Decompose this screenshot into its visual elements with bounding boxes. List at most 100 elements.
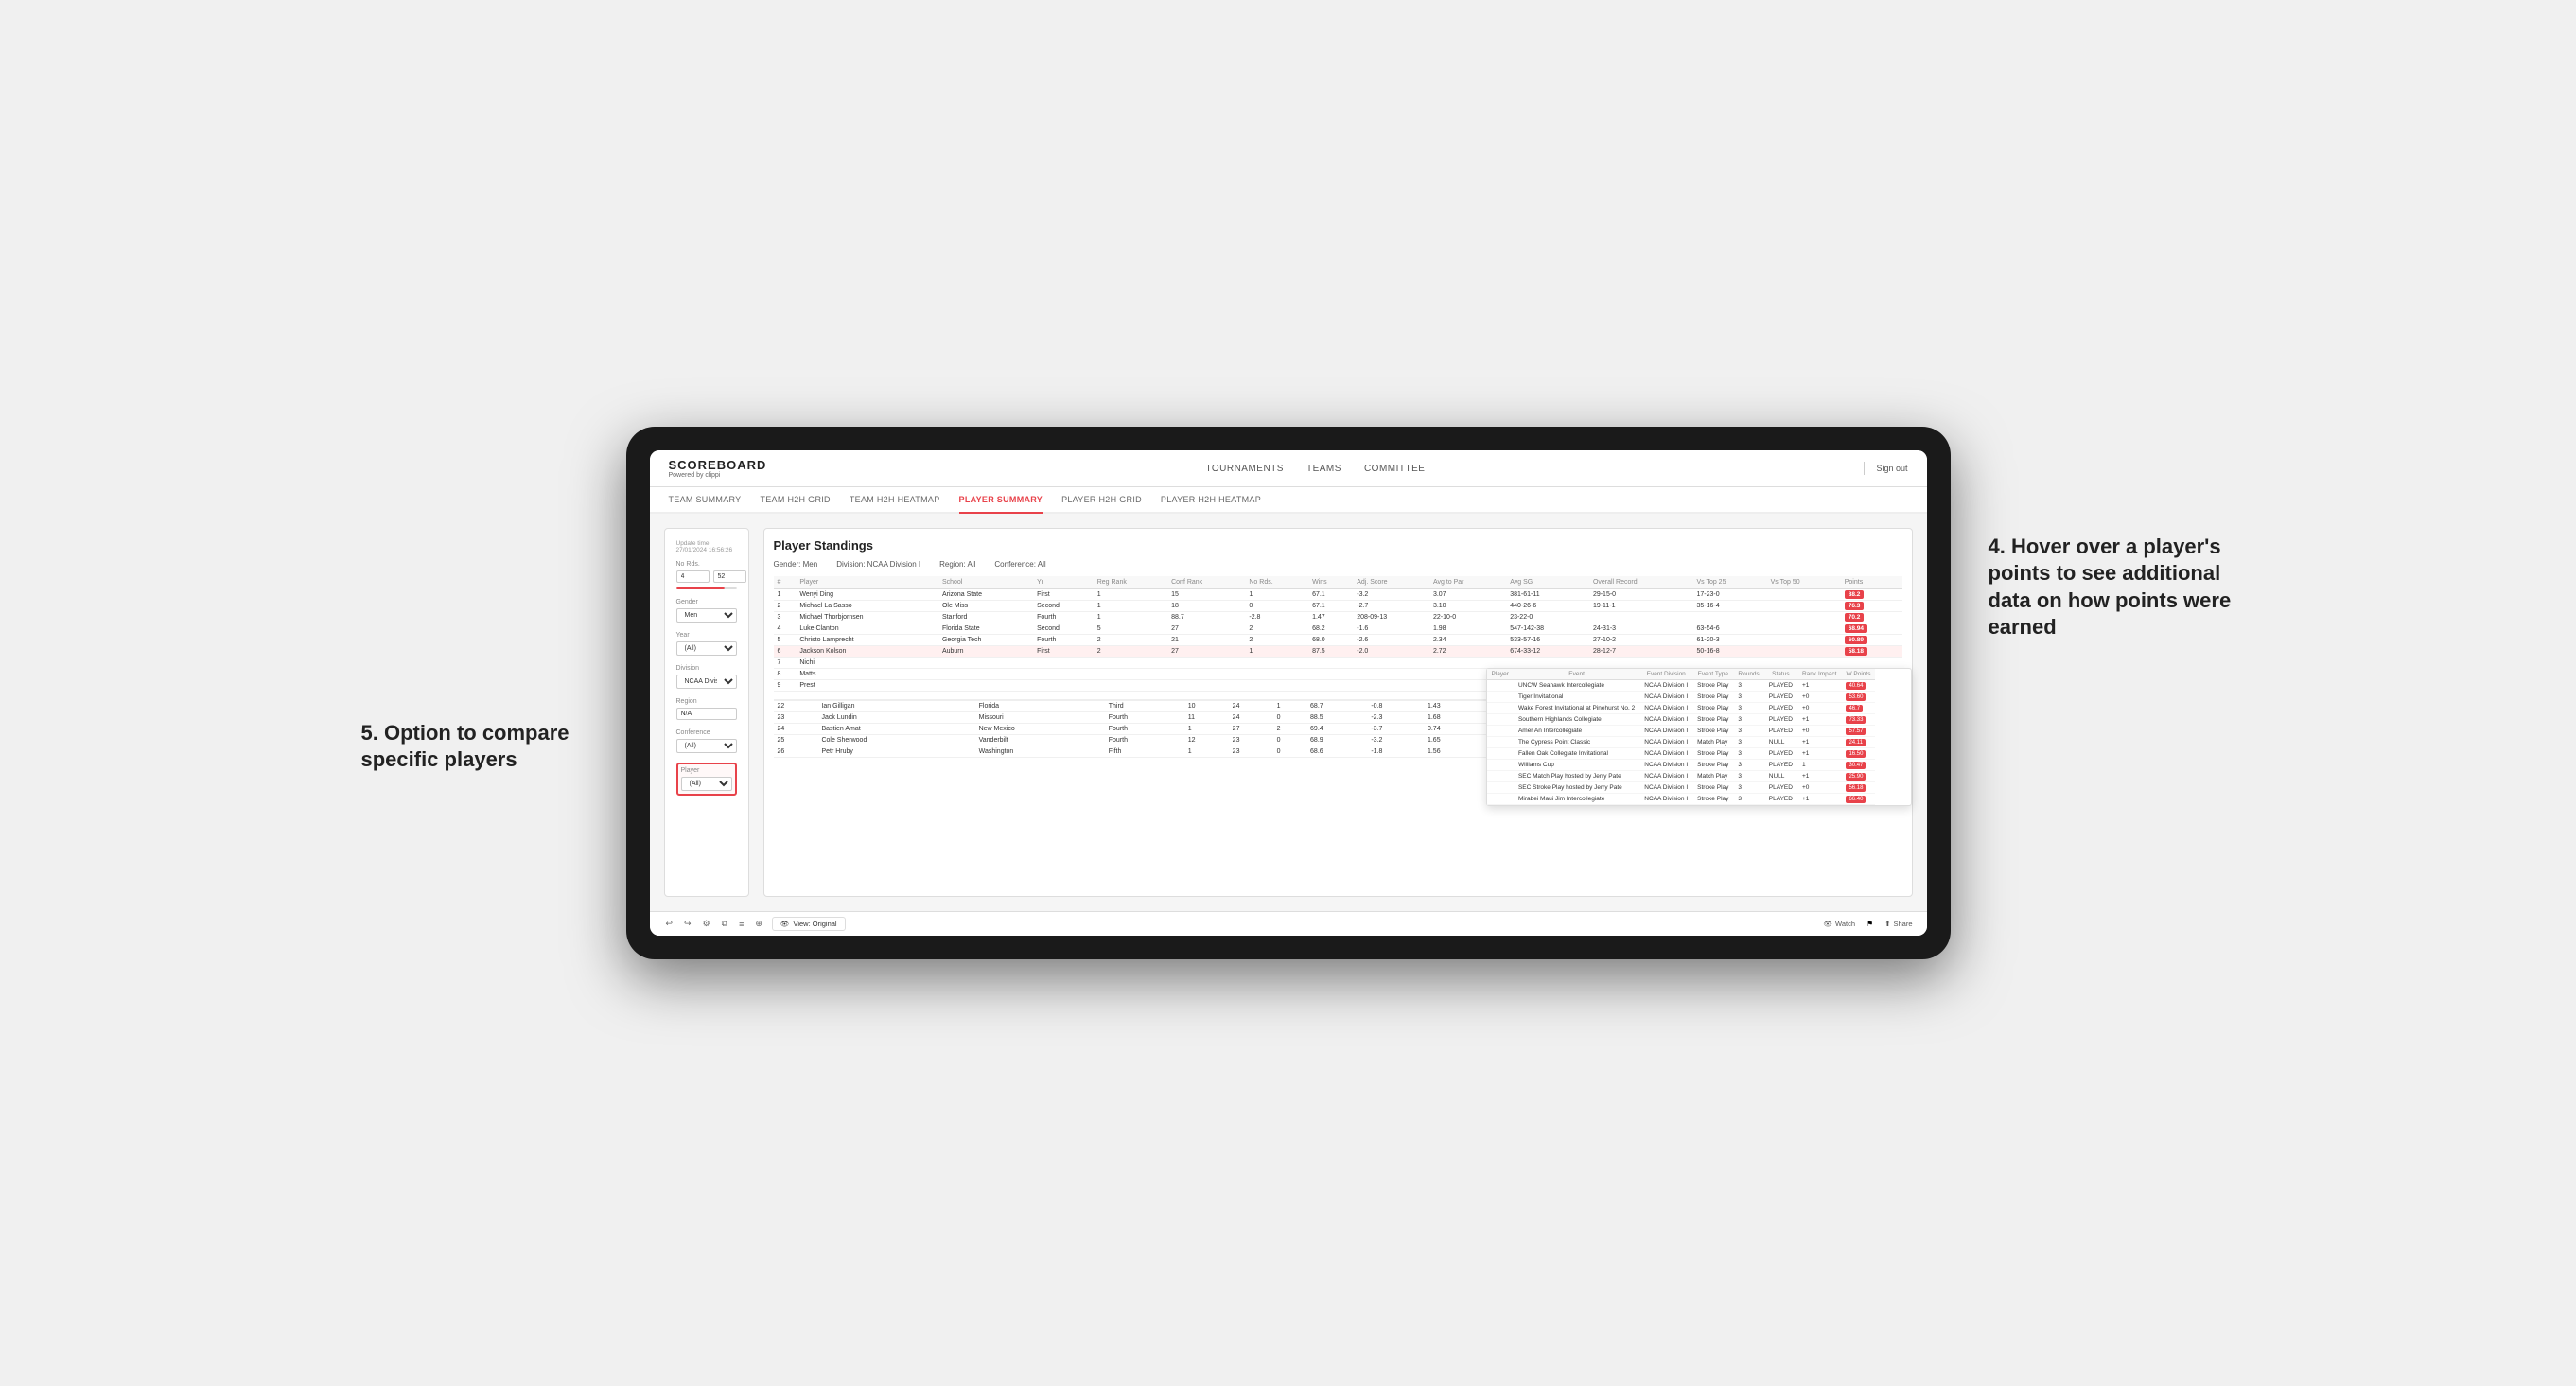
tab-team-summary[interactable]: TEAM SUMMARY <box>669 487 742 514</box>
popup-cell: Stroke Play <box>1692 794 1733 805</box>
annotation-left: 5. Option to compare specific players <box>361 720 588 774</box>
table-cell: 69.4 <box>1306 724 1367 735</box>
popup-points-cell: 40.64 <box>1841 680 1875 692</box>
points-badge[interactable]: 58.18 <box>1845 647 1867 656</box>
points-badge[interactable]: 88.2 <box>1845 590 1865 599</box>
popup-cell <box>1487 703 1514 714</box>
redo-button[interactable]: ↪ <box>682 917 693 931</box>
table-cell: 2 <box>1245 623 1308 635</box>
table-cell: 15 <box>1167 589 1245 601</box>
toolbar-icon-1[interactable]: ⚙ <box>701 917 712 931</box>
toolbar-flag-icon[interactable]: ⚑ <box>1866 920 1873 928</box>
table-cell: 3.07 <box>1429 589 1506 601</box>
share-button[interactable]: ⬆ Share <box>1884 920 1912 928</box>
points-cell[interactable]: 60.89 <box>1841 635 1902 646</box>
points-cell[interactable]: 68.94 <box>1841 623 1902 635</box>
popup-cell: PLAYED <box>1764 794 1797 805</box>
rds-slider[interactable] <box>676 587 737 589</box>
watch-button[interactable]: 👁 Watch <box>1824 920 1856 928</box>
popup-cell: Williams Cup <box>1514 760 1639 771</box>
points-badge[interactable]: 60.89 <box>1845 636 1867 644</box>
table-cell: 440-26-6 <box>1506 601 1589 612</box>
points-cell[interactable]: 58.18 <box>1841 646 1902 658</box>
col-adj-score: Adj. Score <box>1353 576 1429 589</box>
table-cell: Stanford <box>938 612 1033 623</box>
gender-filter: Gender Men <box>676 599 737 623</box>
sign-out-button[interactable]: Sign out <box>1876 464 1907 473</box>
toolbar-icon-2[interactable]: ⧉ <box>720 917 729 931</box>
nav-committee[interactable]: COMMITTEE <box>1364 460 1426 478</box>
tab-player-h2h-grid[interactable]: PLAYER H2H GRID <box>1061 487 1142 514</box>
popup-cell: Stroke Play <box>1692 782 1733 794</box>
table-cell: 28-12-7 <box>1589 646 1693 658</box>
popup-cell: +1 <box>1797 748 1842 760</box>
points-cell[interactable]: 70.2 <box>1841 612 1902 623</box>
rds-from-input[interactable] <box>676 570 710 583</box>
nav-teams[interactable]: TEAMS <box>1306 460 1341 478</box>
table-cell <box>1308 680 1353 692</box>
table-cell: 1 <box>1245 589 1308 601</box>
table-cell: 381-61-11 <box>1506 589 1589 601</box>
points-badge[interactable]: 76.3 <box>1845 602 1865 610</box>
table-cell: 27 <box>1229 724 1273 735</box>
toolbar-icon-4[interactable]: ⊕ <box>753 917 764 931</box>
points-cell[interactable]: 88.2 <box>1841 589 1902 601</box>
popup-cell: 3 <box>1733 794 1763 805</box>
tab-player-h2h-heatmap[interactable]: PLAYER H2H HEATMAP <box>1161 487 1261 514</box>
col-wins: Wins <box>1308 576 1353 589</box>
table-cell <box>1094 680 1167 692</box>
player-select[interactable]: (All) <box>681 777 732 791</box>
table-cell: 88.7 <box>1167 612 1245 623</box>
table-cell <box>1167 669 1245 680</box>
table-cell: New Mexico <box>975 724 1105 735</box>
table-cell: 23 <box>1229 735 1273 746</box>
popup-cell: +0 <box>1797 726 1842 737</box>
region-input[interactable] <box>676 708 737 720</box>
popup-row: The Cypress Point ClassicNCAA Division I… <box>1487 737 1876 748</box>
nav-tournaments[interactable]: TOURNAMENTS <box>1205 460 1284 478</box>
toolbar-icon-3[interactable]: ≡ <box>737 918 745 931</box>
popup-cell: PLAYED <box>1764 680 1797 692</box>
popup-row: Tiger InvitationalNCAA Division IStroke … <box>1487 692 1876 703</box>
popup-cell <box>1487 794 1514 805</box>
table-cell <box>1506 658 1589 669</box>
points-badge[interactable]: 68.94 <box>1845 624 1867 633</box>
points-badge[interactable]: 70.2 <box>1845 613 1865 622</box>
tablet-screen: SCOREBOARD Powered by clippi TOURNAMENTS… <box>650 450 1927 936</box>
col-vs50: Vs Top 50 <box>1767 576 1841 589</box>
table-cell: Nichi <box>796 658 938 669</box>
year-select[interactable]: (All) <box>676 641 737 656</box>
undo-button[interactable]: ↩ <box>664 917 675 931</box>
table-row[interactable]: 6Jackson KolsonAuburnFirst227187.5-2.02.… <box>774 646 1902 658</box>
popup-cell: 3 <box>1733 680 1763 692</box>
table-cell: 23 <box>1229 746 1273 758</box>
popup-cell: 3 <box>1733 714 1763 726</box>
table-cell <box>1353 680 1429 692</box>
division-select[interactable]: NCAA Division I <box>676 675 737 689</box>
table-cell: 63-54-6 <box>1692 623 1766 635</box>
popup-cell: Stroke Play <box>1692 703 1733 714</box>
popup-cell <box>1487 748 1514 760</box>
tab-team-h2h-heatmap[interactable]: TEAM H2H HEATMAP <box>850 487 940 514</box>
col-overall: Overall Record <box>1589 576 1693 589</box>
table-cell: Fourth <box>1105 712 1184 724</box>
table-cell: Arizona State <box>938 589 1033 601</box>
points-cell[interactable]: 76.3 <box>1841 601 1902 612</box>
table-row: 1Wenyi DingArizona StateFirst115167.1-3.… <box>774 589 1902 601</box>
table-cell <box>1245 669 1308 680</box>
table-cell: Second <box>1033 623 1094 635</box>
table-cell: 0.74 <box>1424 724 1484 735</box>
table-cell: 67.1 <box>1308 589 1353 601</box>
gender-select[interactable]: Men <box>676 608 737 623</box>
tab-player-summary[interactable]: PLAYER SUMMARY <box>959 487 1043 514</box>
tab-team-h2h-grid[interactable]: TEAM H2H GRID <box>760 487 830 514</box>
view-original-button[interactable]: 👁 View: Original <box>772 917 846 931</box>
table-cell: 0 <box>1273 735 1306 746</box>
meta-conference: Conference: All <box>994 560 1045 569</box>
table-cell: 68.6 <box>1306 746 1367 758</box>
points-cell[interactable] <box>1841 658 1902 669</box>
popup-row: Mirabei Maui Jim IntercollegiateNCAA Div… <box>1487 794 1876 805</box>
table-cell: 88.5 <box>1306 712 1367 724</box>
rds-to-input[interactable] <box>713 570 746 583</box>
conference-select[interactable]: (All) <box>676 739 737 753</box>
